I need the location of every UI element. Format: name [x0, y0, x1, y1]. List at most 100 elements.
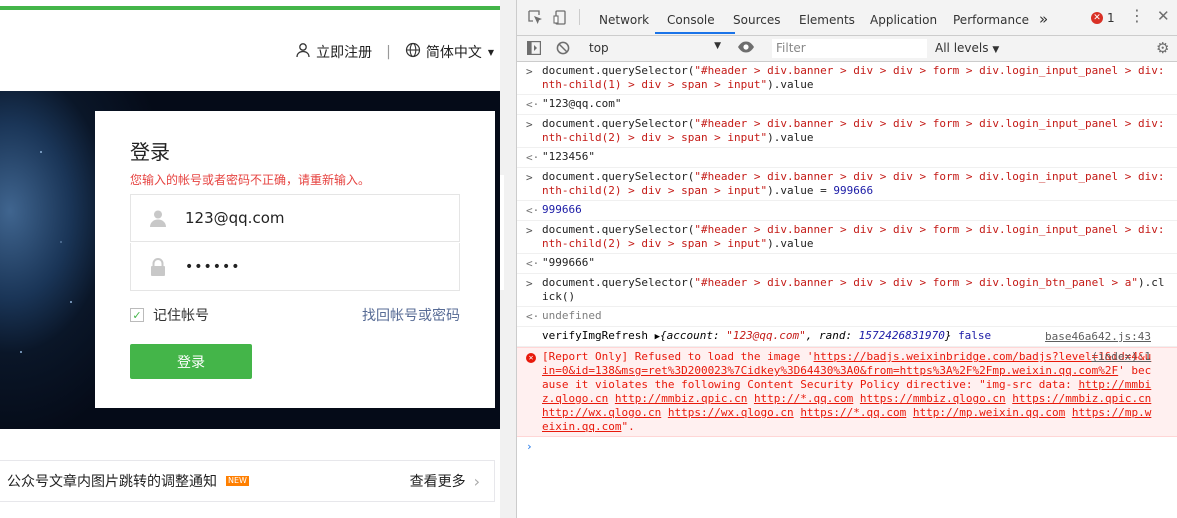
log-object-account: "123@qq.com" [726, 329, 806, 342]
result-chevron-icon: <· [526, 98, 540, 111]
toolbar-separator [579, 9, 580, 25]
remember-account[interactable]: ✓ 记住帐号 [130, 305, 209, 325]
console-filter-input[interactable]: Filter [772, 39, 927, 58]
forgot-password-link[interactable]: 找回帐号或密码 [362, 305, 460, 325]
devtools-tabbar: Network Console Sources Elements Applica… [517, 0, 1177, 36]
result-value[interactable]: "123456" [542, 150, 595, 163]
csp-host-link[interactable]: https://mmbiz.qlogo.cn [860, 392, 1006, 405]
result-value[interactable]: 999666 [542, 203, 582, 216]
context-selector[interactable]: top ▼ [589, 41, 721, 55]
chevron-down-icon[interactable]: ▼ [488, 48, 494, 57]
csp-host-link[interactable]: http://mp.weixin.qq.com [913, 406, 1065, 419]
input-chevron-icon: > [526, 171, 533, 184]
device-toolbar-icon[interactable] [553, 10, 568, 29]
register-link[interactable]: 立即注册 [316, 42, 372, 62]
console-input-row: > document.querySelector("#header > div.… [517, 221, 1177, 254]
console-toolbar: top ▼ Filter All levels ▼ ⚙ [517, 36, 1177, 62]
command-text: ).value [767, 131, 814, 144]
console-input-row: > document.querySelector("#header > div.… [517, 168, 1177, 201]
sidebar-toggle-icon[interactable] [527, 41, 542, 58]
csp-host-link[interactable]: http://mmbiz.qpic.cn [615, 392, 747, 405]
account-field[interactable]: 123@qq.com [130, 194, 460, 242]
language-selector[interactable]: 简体中文 [426, 42, 482, 62]
command-text: document.querySelector( [542, 117, 695, 130]
input-chevron-icon: > [526, 118, 533, 131]
more-options-icon[interactable]: ⋮ [1129, 8, 1145, 24]
lock-icon [131, 257, 185, 276]
csp-host-link[interactable]: http://wx.qlogo.cn [542, 406, 661, 419]
result-chevron-icon: <· [526, 151, 540, 164]
inspect-element-icon[interactable] [528, 10, 543, 29]
close-icon[interactable]: ✕ [1157, 8, 1170, 24]
console-result-row: <· "123456" [517, 148, 1177, 168]
command-text: ).value = [767, 184, 834, 197]
result-value: undefined [542, 309, 602, 322]
command-text: ).value [767, 237, 814, 250]
log-object[interactable]: {account: [660, 329, 726, 342]
console-error-row: ✕ (index):1 [Report Only] Refused to loa… [517, 347, 1177, 437]
csp-host-link[interactable]: https://wx.qlogo.cn [668, 406, 794, 419]
password-input-value[interactable]: •••••• [185, 259, 241, 275]
console-input-row: > document.querySelector("#header > div.… [517, 274, 1177, 307]
remember-checkbox[interactable]: ✓ [130, 308, 144, 322]
login-error-message: 您输入的帐号或者密码不正确，请重新输入。 [130, 173, 371, 187]
console-result-row: <· 999666 [517, 201, 1177, 221]
chevron-right-icon[interactable]: › [474, 472, 480, 491]
command-text: ).value [767, 78, 814, 91]
notice-text[interactable]: 公众号文章内图片跳转的调整通知 [7, 471, 217, 491]
tab-application[interactable]: Application [870, 13, 937, 27]
command-selector: "#header > div.banner > div > div > form… [694, 276, 1139, 289]
account-input-value[interactable]: 123@qq.com [185, 209, 284, 227]
remember-label: 记住帐号 [153, 308, 209, 324]
input-chevron-icon: > [526, 224, 533, 237]
globe-icon [405, 42, 421, 62]
tab-sources[interactable]: Sources [733, 13, 780, 27]
csp-host-link[interactable]: http://*.qq.com [754, 392, 853, 405]
log-object: , rand: [805, 329, 859, 342]
command-text: document.querySelector( [542, 64, 695, 77]
log-message: verifyImgRefresh [542, 329, 655, 342]
tab-performance[interactable]: Performance [953, 13, 1029, 27]
error-text: [Report Only] Refused to load the image … [542, 350, 814, 363]
log-object-rand: 1572426831970 [858, 329, 945, 342]
console-result-row: <· "999666" [517, 254, 1177, 274]
console-input-row: > document.querySelector("#header > div.… [517, 62, 1177, 95]
clear-console-icon[interactable] [556, 41, 570, 58]
password-field[interactable]: •••••• [130, 243, 460, 291]
command-number: 999666 [833, 184, 874, 197]
tab-console[interactable]: Console [667, 13, 715, 27]
more-tabs-button[interactable]: » [1039, 10, 1048, 28]
log-object: } [944, 329, 952, 342]
notice-bar[interactable]: 公众号文章内图片跳转的调整通知 NEW 查看更多 › [0, 460, 495, 502]
website-pane: 立即注册 | 简体中文 ▼ 登录 您输入的帐号或者密码不正确，请重新输入。 12… [0, 0, 500, 518]
gear-icon[interactable]: ⚙ [1156, 40, 1169, 56]
result-chevron-icon: <· [526, 257, 540, 270]
error-icon: ✕ [526, 353, 536, 363]
result-value[interactable]: "999666" [542, 256, 595, 269]
pane-divider[interactable] [500, 0, 517, 518]
csp-host-link[interactable]: https://*.qq.com [800, 406, 906, 419]
active-tab-indicator [655, 32, 735, 34]
scrollbar-track[interactable] [500, 175, 504, 290]
dropdown-arrow-icon: ▼ [992, 45, 1000, 55]
result-value[interactable]: "123@qq.com" [542, 97, 621, 110]
eye-icon[interactable] [737, 40, 755, 57]
login-card: 登录 您输入的帐号或者密码不正确，请重新输入。 123@qq.com •••••… [95, 111, 495, 408]
screen: 立即注册 | 简体中文 ▼ 登录 您输入的帐号或者密码不正确，请重新输入。 12… [0, 0, 1177, 518]
star [70, 301, 72, 303]
source-link[interactable]: base46a642.js:43 [1045, 330, 1151, 344]
login-button[interactable]: 登录 [130, 344, 252, 379]
tab-network[interactable]: Network [599, 13, 649, 27]
log-levels-dropdown[interactable]: All levels ▼ [935, 41, 999, 55]
tab-elements[interactable]: Elements [799, 13, 855, 27]
error-count-badge[interactable]: ✕ 1 [1091, 11, 1115, 25]
console-log: > document.querySelector("#header > div.… [517, 62, 1177, 518]
source-link[interactable]: (index):1 [1091, 350, 1151, 364]
command-text: document.querySelector( [542, 276, 695, 289]
console-result-row: <· undefined [517, 307, 1177, 327]
csp-host-link[interactable]: https://mmbiz.qpic.cn [1012, 392, 1151, 405]
nav-separator: | [386, 44, 391, 60]
see-more-link[interactable]: 查看更多 [410, 471, 466, 491]
error-count: 1 [1107, 11, 1115, 25]
console-prompt-row[interactable]: › [517, 437, 1177, 459]
